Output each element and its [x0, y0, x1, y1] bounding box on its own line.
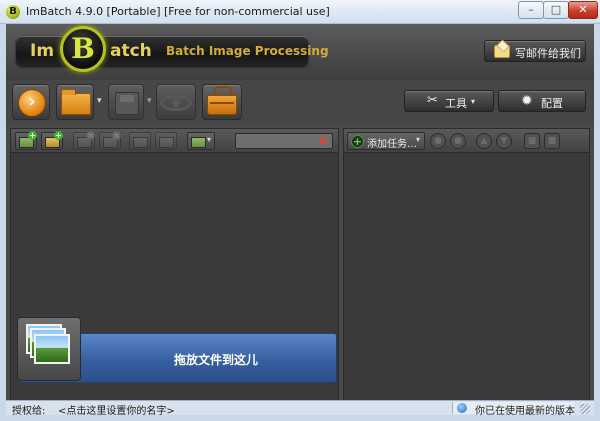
- move-up-icon: [133, 137, 148, 148]
- move-up-button[interactable]: [129, 132, 151, 150]
- image-options-icon: [191, 137, 206, 148]
- resize-grip-icon[interactable]: [580, 404, 590, 414]
- app-client-area: Im B atch Batch Image Processing 写邮件给我们 …: [6, 24, 594, 417]
- plus-circle-icon: +: [351, 135, 364, 148]
- add-task-label: 添加任务…: [367, 139, 417, 150]
- run-button[interactable]: ›: [12, 84, 50, 120]
- run-icon: ›: [18, 89, 46, 117]
- window-frame-right: [594, 24, 600, 415]
- move-down-button[interactable]: [155, 132, 177, 150]
- main-toolbar: › ▾ ▾ ✂ 工具 ▾ ✹ 配置: [6, 80, 594, 124]
- add-folder-button[interactable]: +: [41, 131, 63, 150]
- save-dropdown[interactable]: ▾: [147, 96, 152, 106]
- info-icon: [457, 403, 467, 413]
- save-tasks-button[interactable]: ■: [544, 133, 560, 149]
- x-badge-icon: ×: [112, 131, 121, 140]
- write-mail-button[interactable]: 写邮件给我们: [484, 40, 586, 62]
- image-options-button[interactable]: ▾: [187, 132, 215, 150]
- basket-button[interactable]: [202, 84, 242, 120]
- files-toolbar: + + × × ▾ ✖: [11, 129, 338, 153]
- license-label: 授权给:: [12, 406, 46, 417]
- logo-text-right: atch: [110, 41, 152, 61]
- app-logo-icon: B: [6, 5, 20, 19]
- open-folder-icon: [61, 89, 91, 115]
- minus-badge-icon: ×: [86, 131, 95, 140]
- plus-badge-icon: +: [54, 131, 63, 140]
- settings-label: 配置: [541, 97, 563, 110]
- set-name-link[interactable]: <点击这里设置你的名字>: [58, 402, 175, 417]
- maximize-button[interactable]: □: [543, 1, 569, 19]
- tools-label: 工具: [445, 97, 467, 110]
- tasks-panel[interactable]: + 添加任务… ▾ ● ● ▲ ▼ ■ ■: [343, 128, 590, 410]
- move-task-up-button[interactable]: ▲: [476, 133, 492, 149]
- open-folder-dropdown[interactable]: ▾: [97, 96, 102, 106]
- write-mail-label: 写邮件给我们: [515, 47, 581, 60]
- add-images-button[interactable]: +: [15, 131, 37, 150]
- tools-dropdown-caret: ▾: [471, 97, 476, 106]
- window-title: ImBatch 4.9.0 [Portable] [Free for non-c…: [26, 5, 330, 18]
- preview-button[interactable]: [156, 84, 196, 120]
- tools-menu-button[interactable]: ✂ 工具 ▾: [404, 90, 494, 112]
- open-folder-button[interactable]: [56, 84, 94, 120]
- wrench-icon: ✂: [427, 93, 438, 108]
- remove-task-button[interactable]: ●: [430, 133, 446, 149]
- move-down-icon: [159, 137, 174, 148]
- close-button[interactable]: ✕: [568, 1, 598, 19]
- clear-tasks-button[interactable]: ●: [450, 133, 466, 149]
- version-status-text: 你已在使用最新的版本: [475, 406, 575, 417]
- tasks-toolbar: + 添加任务… ▾ ● ● ▲ ▼ ■ ■: [344, 129, 589, 153]
- minimize-button[interactable]: –: [518, 1, 544, 19]
- drop-zone-label: 拖放文件到这儿: [174, 353, 259, 367]
- settings-button[interactable]: ✹ 配置: [498, 90, 586, 112]
- plus-badge-icon: +: [28, 131, 37, 140]
- image-options-caret: ▾: [207, 135, 212, 144]
- remove-image-button[interactable]: ×: [73, 131, 95, 150]
- photo-stack-icon: [17, 317, 81, 381]
- load-tasks-button[interactable]: ■: [524, 133, 540, 149]
- envelope-icon: [494, 45, 510, 58]
- filter-input[interactable]: ✖: [235, 133, 333, 149]
- logo-b-circle-icon: B: [60, 26, 106, 72]
- save-button[interactable]: [108, 84, 144, 120]
- gear-icon: ✹: [521, 93, 533, 109]
- add-task-dropdown[interactable]: ▾: [416, 135, 420, 144]
- title-bar: B ImBatch 4.9.0 [Portable] [Free for non…: [0, 0, 600, 24]
- preview-eye-icon: [160, 95, 192, 111]
- clear-images-button[interactable]: ×: [99, 131, 121, 150]
- app-header: Im B atch Batch Image Processing 写邮件给我们: [6, 24, 594, 80]
- logo-subtitle: Batch Image Processing: [166, 44, 329, 58]
- files-panel[interactable]: + + × × ▾ ✖ 拖放文件到这儿: [10, 128, 339, 410]
- add-task-button[interactable]: + 添加任务…: [347, 132, 425, 150]
- clear-filter-icon[interactable]: ✖: [318, 134, 328, 148]
- logo-text-left: Im: [30, 41, 55, 61]
- save-icon: [115, 92, 139, 115]
- version-status: 你已在使用最新的版本: [452, 402, 575, 417]
- basket-icon: [207, 86, 237, 115]
- move-task-down-button[interactable]: ▼: [496, 133, 512, 149]
- photo-thumbnail: [34, 334, 70, 364]
- status-bar: 授权给: <点击这里设置你的名字> 你已在使用最新的版本: [6, 400, 594, 417]
